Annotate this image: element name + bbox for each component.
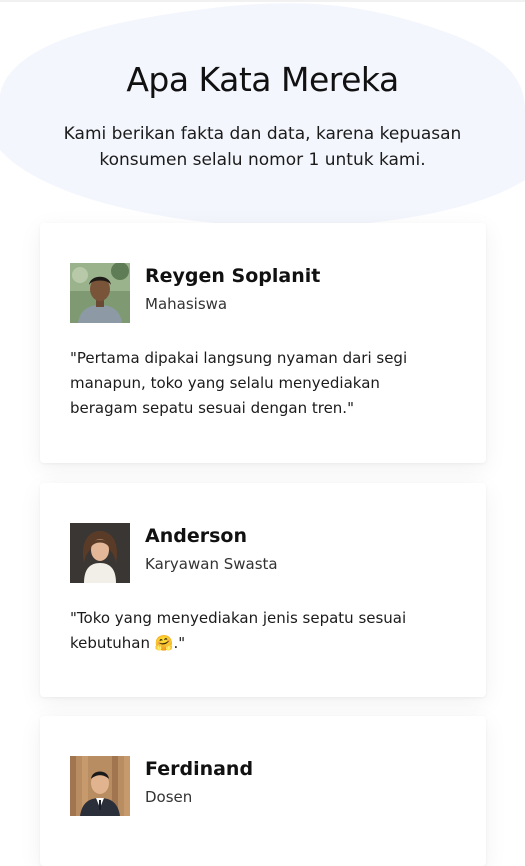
testimonial-name: Reygen Soplanit xyxy=(145,265,321,287)
testimonial-role: Dosen xyxy=(145,788,193,806)
avatar xyxy=(70,523,130,583)
testimonial-quote: "Pertama dipakai langsung nyaman dari se… xyxy=(70,349,408,417)
testimonial-card: Ferdinand Dosen xyxy=(40,716,486,866)
testimonial-quote: "Toko yang menyediakan jenis sepatu sesu… xyxy=(70,609,407,652)
testimonial-name: Anderson xyxy=(145,525,247,547)
section-subtitle: Kami berikan fakta dan data, karena kepu… xyxy=(63,124,462,170)
testimonial-role: Karyawan Swasta xyxy=(145,555,278,573)
section-title: Apa Kata Mereka xyxy=(126,60,399,99)
testimonial-role: Mahasiswa xyxy=(145,295,228,313)
avatar xyxy=(70,756,130,816)
testimonials-header: Apa Kata Mereka Kami berikan fakta dan d… xyxy=(0,60,525,173)
top-divider xyxy=(0,0,525,2)
testimonial-name: Ferdinand xyxy=(145,758,254,780)
avatar xyxy=(70,263,130,323)
testimonial-card: Anderson Karyawan Swasta "Toko yang meny… xyxy=(40,483,486,697)
testimonial-card: Reygen Soplanit Mahasiswa "Pertama dipak… xyxy=(40,223,486,463)
